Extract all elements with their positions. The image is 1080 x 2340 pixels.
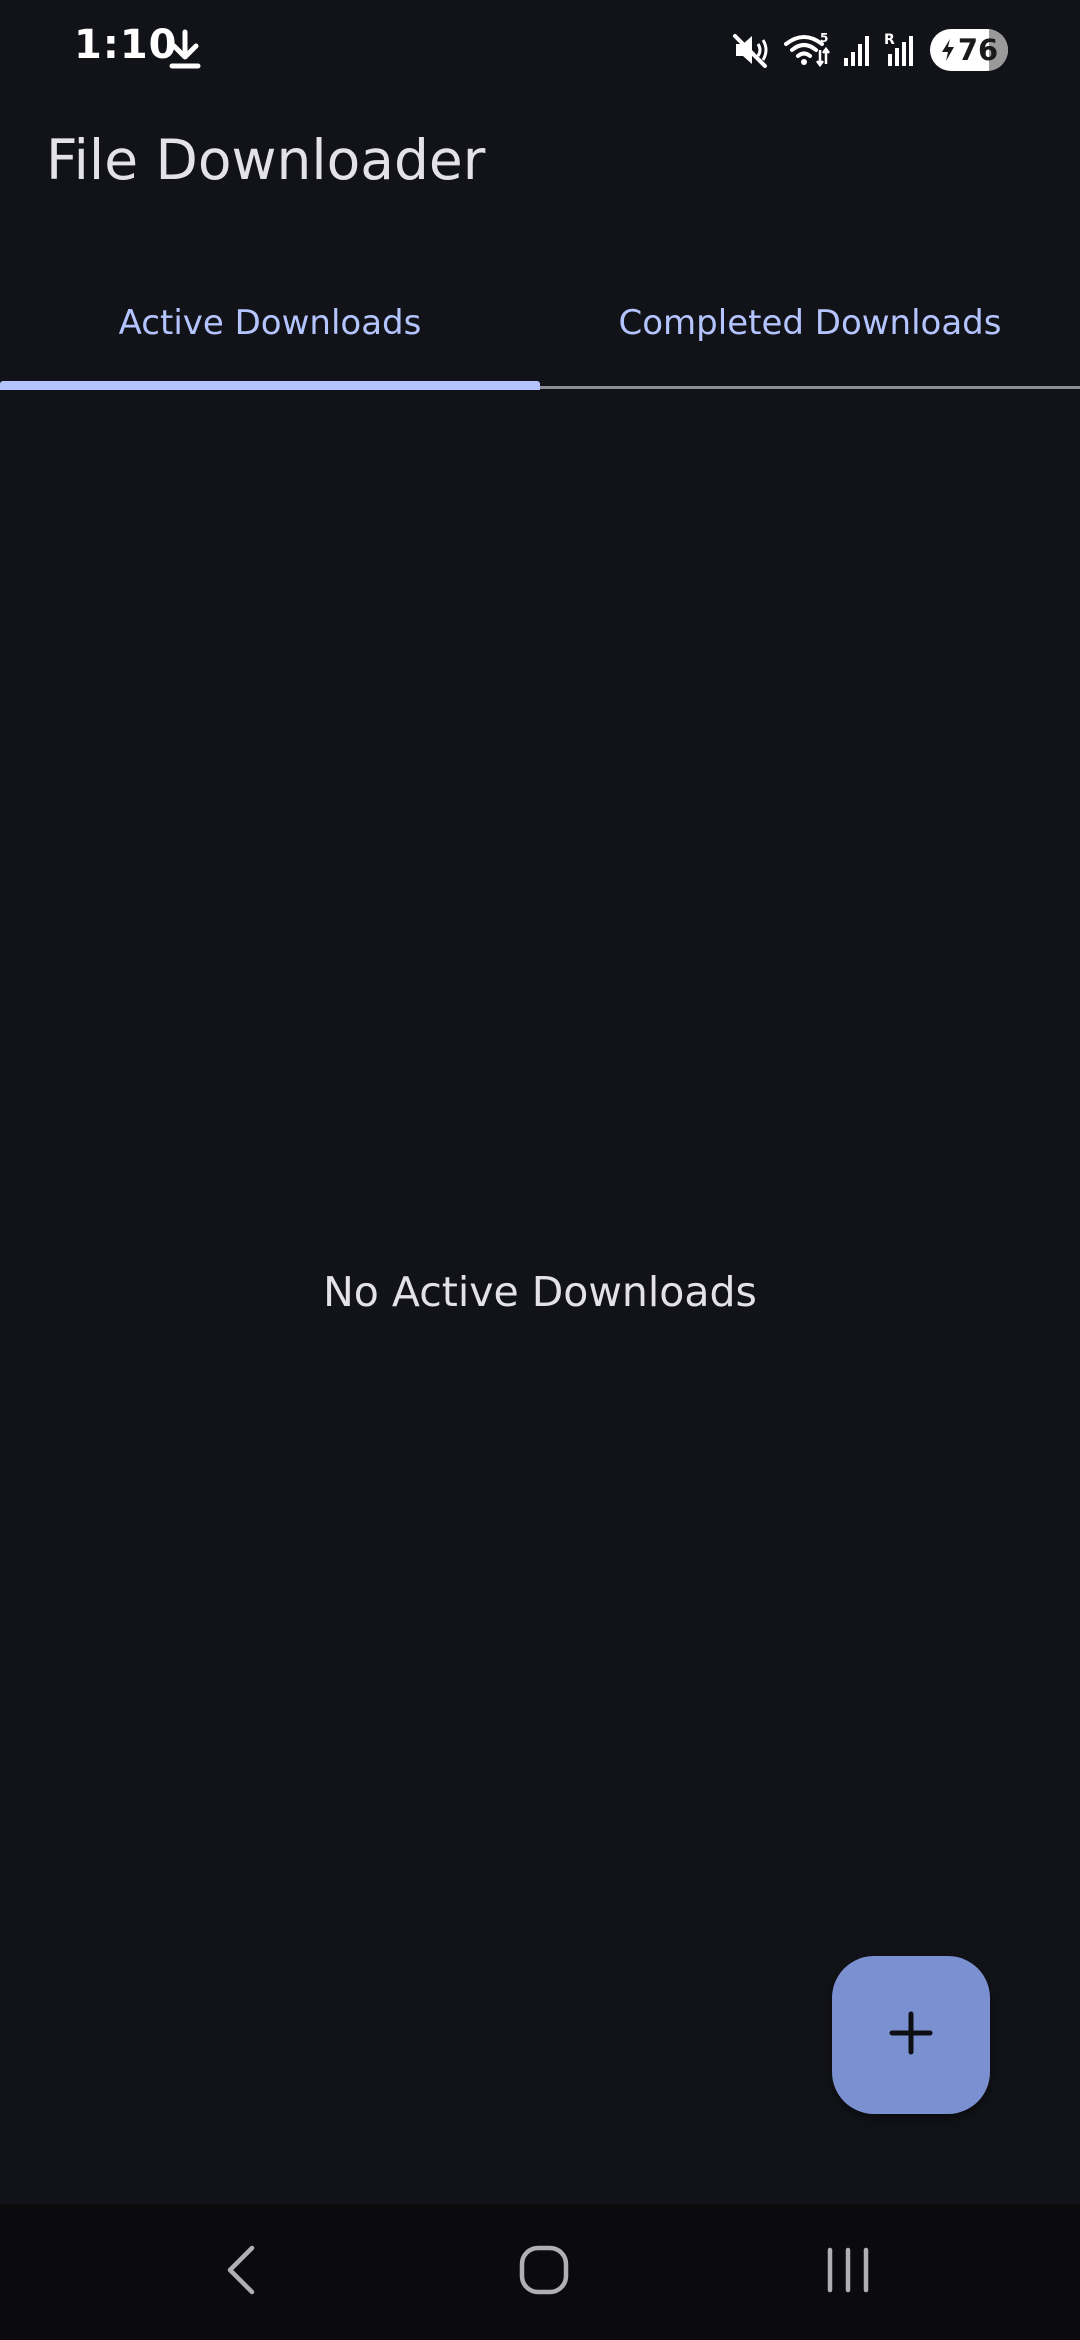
battery-charging-icon: 76: [930, 29, 1008, 71]
status-icons: 5 R 76: [732, 26, 1008, 74]
status-time: 1:10: [74, 22, 178, 68]
app-title: File Downloader: [46, 128, 486, 192]
status-bar: 1:10 5 R 76: [0, 0, 1080, 100]
download-icon: [168, 28, 202, 70]
signal-roaming-icon: R: [884, 30, 918, 70]
plus-icon: [888, 2010, 934, 2060]
home-icon: [518, 2244, 570, 2300]
tab-bar: Active Downloads Completed Downloads: [0, 260, 1080, 390]
back-button[interactable]: [142, 2204, 342, 2340]
svg-text:R: R: [884, 32, 895, 48]
signal-icon: [842, 30, 872, 70]
svg-text:5: 5: [820, 31, 828, 45]
recents-button[interactable]: [748, 2204, 948, 2340]
add-download-button[interactable]: [832, 1956, 990, 2114]
empty-state-message: No Active Downloads: [323, 1268, 757, 1316]
system-nav-bar: [0, 2204, 1080, 2340]
back-icon: [222, 2242, 262, 2302]
recents-icon: [822, 2244, 874, 2300]
tab-indicator: [0, 381, 540, 390]
tab-active-downloads[interactable]: Active Downloads: [0, 260, 540, 386]
battery-level: 76: [957, 33, 999, 67]
home-button[interactable]: [444, 2204, 644, 2340]
mute-icon: [732, 30, 772, 70]
wifi-icon: 5: [784, 30, 830, 70]
tab-completed-downloads[interactable]: Completed Downloads: [540, 260, 1080, 386]
